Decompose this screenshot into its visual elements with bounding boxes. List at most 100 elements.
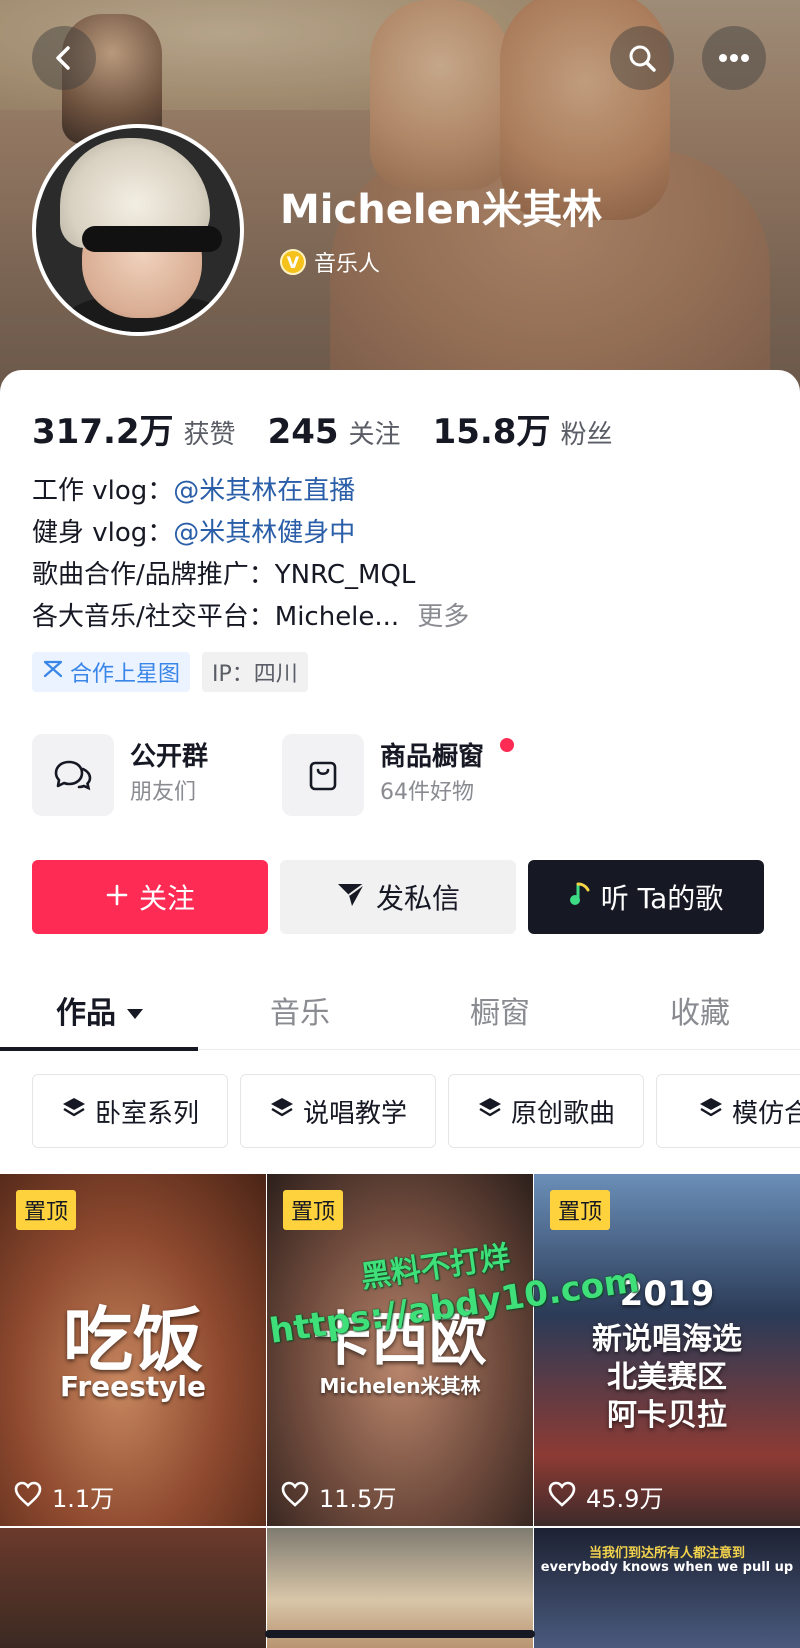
heart-icon [548,1481,576,1513]
layers-icon [269,1096,295,1127]
heart-icon [14,1481,42,1513]
video-likes-count: 11.5万 [319,1485,397,1513]
home-indicator[interactable] [265,1630,535,1638]
video-caption-en: everybody knows when we pull up [540,1560,794,1575]
tab-works[interactable]: 作品 [0,970,200,1051]
chevron-left-icon [50,44,78,72]
profile-name: Michelen米其林 [280,187,603,233]
collection-label: 说唱教学 [302,1098,407,1129]
bio-more-link[interactable]: 更多 [417,596,469,638]
more-button[interactable] [702,26,766,90]
stat-followers[interactable]: 15.8万 粉丝 [433,404,613,453]
layers-icon [477,1096,503,1127]
bio-line-fitness-vlog: 健身 vlog： @米其林健身中 [32,512,772,554]
public-group-subtitle: 朋友们 [130,780,197,805]
verified-role: V 音乐人 [280,246,380,278]
plus-icon [105,881,129,914]
public-group-title: 公开群 [130,742,209,772]
shopping-bag-icon [282,734,364,816]
video-likes-count: 1.1万 [52,1485,115,1513]
collection-bedroom-series[interactable]: 卧室系列 [32,1074,228,1148]
verified-label: 音乐人 [314,252,381,277]
collection-label: 卧室系列 [94,1098,199,1129]
action-buttons: 关注 发私信 听 Ta的歌 [32,860,764,934]
caret-down-icon [126,993,144,1028]
bio-platforms-text: 各大音乐/社交平台：Michele... [32,602,400,632]
pinned-badge: 置顶 [550,1190,611,1230]
pinned-badge: 置顶 [283,1190,344,1230]
video-tile[interactable]: 置顶 卡西欧 Michelen米其林 11.5万 [267,1174,533,1526]
public-group-text: 公开群 朋友们 [130,739,208,811]
bio-line-work-vlog: 工作 vlog： @米其林在直播 [32,470,772,512]
shop-window-subtitle: 64件好物 [380,780,474,805]
bio-work-vlog-prefix: 工作 vlog： [32,476,174,506]
video-tile[interactable] [0,1528,266,1648]
heart-icon [281,1481,309,1513]
avatar[interactable] [32,124,244,336]
more-horizontal-icon [718,53,750,63]
video-tile[interactable]: 置顶 2019 新说唱海选 北美赛区 阿卡贝拉 45.9万 [534,1174,800,1526]
tab-shop-window[interactable]: 橱窗 [400,970,600,1050]
public-group-entry[interactable]: 公开群 朋友们 [32,734,208,816]
layers-icon [698,1096,724,1127]
chat-bubbles-icon [32,734,114,816]
video-cover-subtitle: Freestyle [59,1370,206,1403]
message-button-label: 发私信 [375,882,460,915]
video-tile[interactable]: 置顶 吃饭 Freestyle 1.1万 [0,1174,266,1526]
stat-following-label: 关注 [348,420,401,450]
notification-dot [500,738,514,752]
bio-fitness-vlog-link[interactable]: @米其林健身中 [173,512,355,554]
listen-songs-label: 听 Ta的歌 [600,882,724,915]
listen-songs-button[interactable]: 听 Ta的歌 [528,860,764,934]
stat-likes-label: 获赞 [183,420,236,450]
collection-rap-tutorial[interactable]: 说唱教学 [240,1074,436,1148]
bio-fitness-vlog-prefix: 健身 vlog： [32,518,174,548]
stats-row: 317.2万 获赞 245 关注 15.8万 粉丝 [32,404,612,453]
verified-badge-icon: V [280,249,306,275]
shop-window-text: 商品橱窗 64件好物 [380,739,484,811]
collection-label: 原创歌曲 [510,1098,615,1129]
tab-works-label: 作品 [56,996,116,1031]
shop-window-title: 商品橱窗 [380,742,485,772]
tab-music[interactable]: 音乐 [200,970,400,1050]
video-caption-cn: 当我们到达所有人都注意到 [588,1546,745,1561]
avatar-sunglasses [82,226,222,252]
video-likes-count: 45.9万 [586,1485,664,1513]
star-map-icon [42,658,64,686]
shop-window-entry[interactable]: 商品橱窗 64件好物 [282,734,514,816]
search-button[interactable] [610,26,674,90]
video-likes: 11.5万 [281,1479,396,1514]
bio-line-platforms: 各大音乐/社交平台：Michele... 更多 [32,596,772,638]
collection-imitation[interactable]: 模仿合 [656,1074,800,1148]
back-button[interactable] [32,26,96,90]
profile-tags: 合作上星图 IP：四川 [32,652,308,692]
star-map-label: 合作上星图 [70,662,181,687]
video-cover-subtitle: Michelen米其林 [319,1374,481,1398]
stat-following[interactable]: 245 关注 [268,412,401,452]
collection-label: 模仿合 [731,1098,800,1129]
send-icon [336,880,366,915]
stat-likes-value: 317.2万 [32,412,174,452]
video-tile[interactable]: 当我们到达所有人都注意到 everybody knows when we pul… [534,1528,800,1648]
stat-likes: 317.2万 获赞 [32,404,236,453]
tab-favorites[interactable]: 收藏 [600,970,800,1050]
content-tabs: 作品 音乐 橱窗 收藏 [0,970,800,1051]
stat-following-value: 245 [267,412,339,452]
video-cover-line4: 阿卡贝拉 [607,1398,727,1433]
stat-followers-label: 粉丝 [560,420,613,450]
follow-button[interactable]: 关注 [32,860,268,934]
video-likes: 1.1万 [14,1479,114,1514]
video-grid: 置顶 吃饭 Freestyle 1.1万 置顶 卡西欧 Michelen米其林 … [0,1174,800,1648]
collection-chips: 卧室系列 说唱教学 原创歌曲 模仿合 [32,1074,800,1148]
music-note-icon [569,881,591,914]
collection-original-songs[interactable]: 原创歌曲 [448,1074,644,1148]
bio-line-business: 歌曲合作/品牌推广：YNRC_MQL [32,560,416,590]
layers-icon [61,1096,87,1127]
profile-card: 317.2万 获赞 245 关注 15.8万 粉丝 工作 vlog： @米其林在… [0,370,800,1648]
follow-button-label: 关注 [138,882,195,915]
bio-work-vlog-link[interactable]: @米其林在直播 [173,470,355,512]
star-map-tag[interactable]: 合作上星图 [32,652,191,692]
pinned-badge: 置顶 [16,1190,77,1230]
message-button[interactable]: 发私信 [280,860,516,934]
ip-location-tag: IP：四川 [202,652,308,692]
